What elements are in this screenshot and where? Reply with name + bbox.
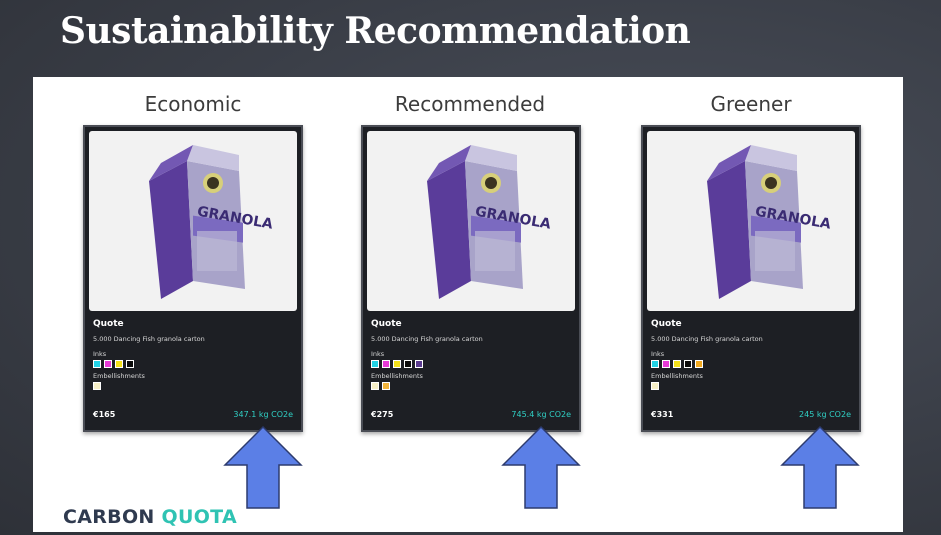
- granola-carton-icon: GRANOLA: [647, 131, 855, 311]
- ink-swatch-cyan: [93, 360, 101, 368]
- up-arrow-icon: [780, 425, 860, 509]
- up-arrow-icon: [501, 425, 581, 509]
- embellishments-label: Embellishments: [371, 372, 423, 380]
- ink-swatch-cyan: [651, 360, 659, 368]
- embellishment-swatch-cream: [651, 382, 659, 390]
- column-label-economic: Economic: [144, 92, 242, 116]
- up-arrow-icon: [223, 425, 303, 509]
- embellishments-label: Embellishments: [93, 372, 145, 380]
- price: €275: [371, 410, 394, 419]
- embellishment-swatches: [651, 382, 851, 390]
- ink-swatch-black: [404, 360, 412, 368]
- co2-value: 745.4 kg CO2e: [511, 410, 571, 419]
- co2-value: 245 kg CO2e: [799, 410, 851, 419]
- ink-swatches: [371, 360, 571, 368]
- embellishments-label: Embellishments: [651, 372, 703, 380]
- co2-value: 347.1 kg CO2e: [233, 410, 293, 419]
- logo-part-carbon: CARBON: [63, 506, 155, 528]
- quote-card-greener[interactable]: GRANOLA Quote 5.000 Dancing Fish granola…: [641, 125, 861, 432]
- quote-description: 5.000 Dancing Fish granola carton: [371, 335, 483, 343]
- ink-swatch-black: [684, 360, 692, 368]
- ink-swatch-magenta: [104, 360, 112, 368]
- embellishment-swatch-cream: [371, 382, 379, 390]
- quote-title: Quote: [93, 319, 124, 329]
- carbon-quota-logo: CARBON QUOTA: [63, 506, 237, 528]
- ink-swatch-yellow: [115, 360, 123, 368]
- column-label-greener: Greener: [710, 92, 792, 116]
- quote-title: Quote: [371, 319, 402, 329]
- ink-swatch-magenta: [662, 360, 670, 368]
- inks-label: Inks: [651, 350, 665, 358]
- ink-swatch-purple: [415, 360, 423, 368]
- ink-swatch-cyan: [371, 360, 379, 368]
- ink-swatch-black: [126, 360, 134, 368]
- embellishment-swatch-gold: [382, 382, 390, 390]
- quote-card-recommended[interactable]: GRANOLA Quote 5.000 Dancing Fish granola…: [361, 125, 581, 432]
- price: €165: [93, 410, 116, 419]
- logo-part-quota: QUOTA: [161, 506, 237, 528]
- price: €331: [651, 410, 674, 419]
- quote-description: 5.000 Dancing Fish granola carton: [651, 335, 763, 343]
- embellishment-swatch-cream: [93, 382, 101, 390]
- ink-swatch-orange: [695, 360, 703, 368]
- quote-card-economic[interactable]: GRANOLA Quote 5.000 Dancing Fish granola…: [83, 125, 303, 432]
- granola-carton-icon: GRANOLA: [367, 131, 575, 311]
- inks-label: Inks: [93, 350, 107, 358]
- embellishment-swatches: [371, 382, 571, 390]
- ink-swatch-yellow: [393, 360, 401, 368]
- column-label-recommended: Recommended: [394, 92, 546, 116]
- inks-label: Inks: [371, 350, 385, 358]
- quote-title: Quote: [651, 319, 682, 329]
- ink-swatches: [651, 360, 851, 368]
- slide-title: Sustainability Recommendation: [60, 10, 691, 52]
- quote-description: 5.000 Dancing Fish granola carton: [93, 335, 205, 343]
- embellishment-swatches: [93, 382, 293, 390]
- ink-swatches: [93, 360, 293, 368]
- ink-swatch-magenta: [382, 360, 390, 368]
- ink-swatch-yellow: [673, 360, 681, 368]
- granola-carton-icon: GRANOLA: [89, 131, 297, 311]
